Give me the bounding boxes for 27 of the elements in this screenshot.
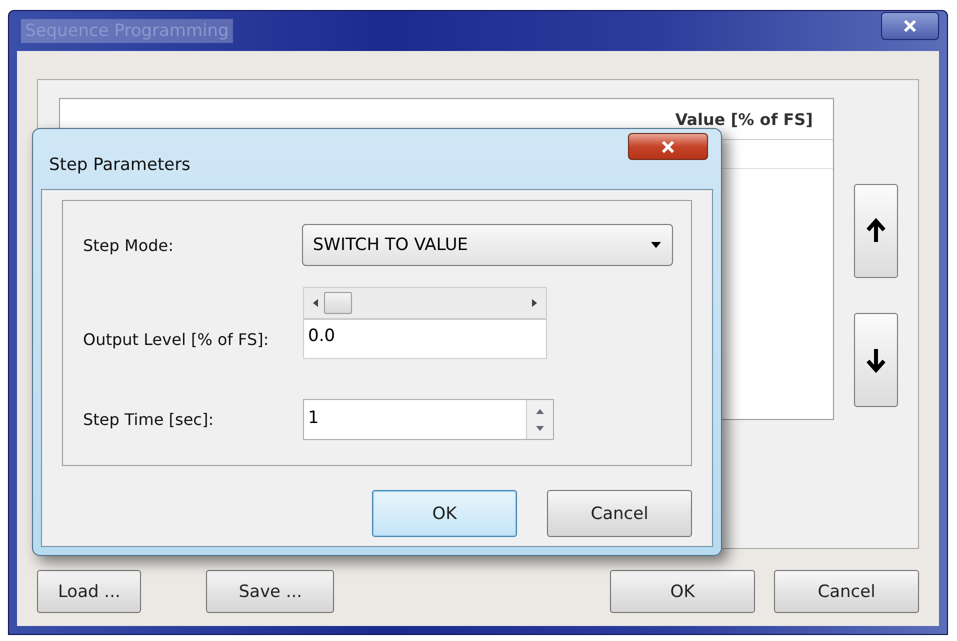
move-up-button[interactable] bbox=[854, 184, 898, 278]
column-header[interactable]: Value [% of FS] bbox=[675, 110, 813, 128]
dialog-button[interactable]: Load ... bbox=[37, 570, 142, 613]
dialog-button[interactable]: Cancel bbox=[547, 490, 692, 537]
dialog-button[interactable]: OK bbox=[610, 570, 755, 613]
dropdown-caret-icon bbox=[650, 241, 662, 249]
up-arrow-icon bbox=[866, 218, 886, 244]
close-button[interactable] bbox=[881, 12, 939, 40]
move-down-button[interactable] bbox=[854, 313, 898, 407]
dialog-button[interactable]: Cancel bbox=[774, 570, 919, 613]
dialog-button[interactable]: OK bbox=[372, 490, 517, 537]
field-label: Step Mode: bbox=[83, 236, 174, 254]
down-arrow-icon bbox=[866, 347, 886, 373]
step-mode-dropdown[interactable]: SWITCH TO VALUE bbox=[302, 224, 673, 266]
close-button[interactable] bbox=[628, 133, 708, 160]
field-label: Step Time [sec]: bbox=[83, 410, 215, 429]
scrollbar-thumb[interactable] bbox=[324, 292, 352, 314]
close-icon bbox=[903, 19, 917, 33]
right-arrow-icon[interactable] bbox=[530, 298, 538, 308]
field-label: Output Level [% of FS]: bbox=[83, 330, 270, 351]
close-icon bbox=[661, 140, 675, 152]
dialog-button[interactable]: Save ... bbox=[206, 570, 334, 613]
level-scrollbar[interactable] bbox=[303, 287, 547, 319]
dialog-title: Step Parameters bbox=[49, 155, 190, 175]
output-level-field[interactable]: 0.0 bbox=[303, 319, 547, 359]
step-time-field[interactable]: 1 bbox=[303, 399, 554, 440]
left-arrow-icon[interactable] bbox=[312, 298, 320, 308]
